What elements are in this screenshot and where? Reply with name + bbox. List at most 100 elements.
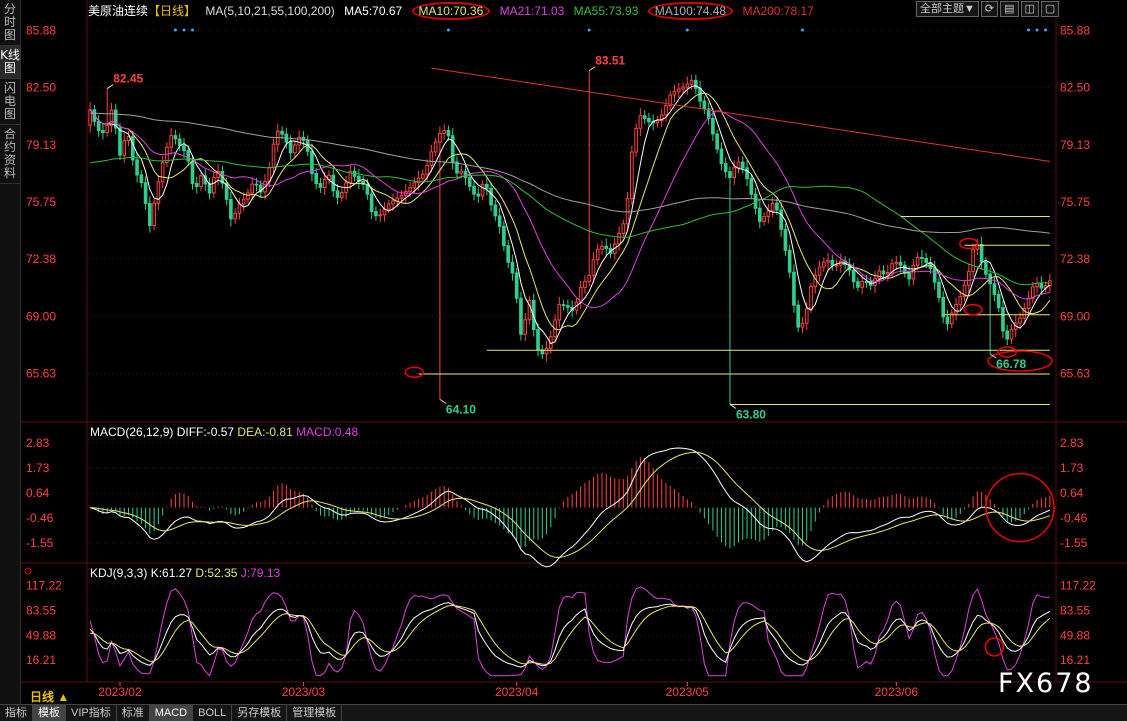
kdj-j: J:79.13	[240, 566, 281, 580]
annotation-label: 64.10	[446, 402, 476, 416]
candle-body	[915, 256, 920, 266]
candle-body	[907, 272, 911, 280]
candle-body	[1001, 307, 1005, 332]
window-icon[interactable]: ▢	[1040, 1, 1060, 17]
macd-tick-left: -0.46	[26, 511, 54, 525]
candle-body	[676, 88, 681, 93]
macd-dea-line	[90, 451, 1051, 558]
candle-body	[920, 256, 924, 259]
candle-body	[672, 91, 677, 96]
theme-label: 全部主题	[920, 3, 964, 15]
theme-select[interactable]: 全部主题▼	[916, 1, 979, 17]
kdj-tick-right: 117.22	[1060, 579, 1096, 593]
bottom-tab-2[interactable]: VIP指标	[66, 705, 117, 721]
candle-body	[182, 145, 186, 152]
candle-body	[792, 271, 796, 306]
candle-body	[177, 138, 182, 147]
candle-body	[856, 281, 860, 288]
candle-body	[510, 261, 515, 274]
macd-tick-left: 2.83	[26, 436, 50, 450]
candle-body	[583, 281, 587, 289]
candle-body	[212, 176, 216, 194]
candle-body	[647, 117, 651, 123]
chart-header: 美原油连续【日线】 MA(5,10,21,55,100,200) MA5:70.…	[88, 2, 820, 20]
candle-body	[826, 259, 830, 263]
candle-body	[996, 293, 1001, 309]
candle-body	[229, 198, 233, 220]
candle-body	[694, 79, 698, 89]
candle-body	[762, 216, 766, 222]
price-tick-right: 65.63	[1060, 366, 1090, 380]
kdj-tick-right: 16.21	[1060, 653, 1090, 667]
bottom-tab-4[interactable]: MACD	[149, 705, 194, 721]
candle-body	[625, 198, 630, 225]
candle-body	[467, 177, 472, 187]
split-icon[interactable]: ◫	[1020, 1, 1039, 17]
candle-body	[135, 159, 139, 176]
candle-body	[685, 83, 690, 88]
price-tick-right: 75.75	[1060, 195, 1090, 209]
candle-body	[630, 151, 634, 200]
period-selector[interactable]: 日线 ▲	[30, 688, 69, 705]
layout-icon[interactable]: ▤	[1000, 1, 1019, 17]
candle-body	[425, 164, 429, 175]
candle-body	[1039, 282, 1044, 289]
price-tick-left: 79.13	[26, 138, 56, 152]
candle-body	[728, 171, 732, 179]
annotation-label: 66.78	[996, 357, 1026, 371]
candle-body	[941, 297, 946, 318]
bottom-tab-3[interactable]: 标准	[117, 705, 150, 721]
price-tick-left: 65.63	[26, 366, 56, 380]
bottom-tab-0[interactable]: 指标	[0, 705, 33, 721]
candle-body	[698, 87, 702, 102]
ma10-line	[89, 92, 1051, 331]
candle-body	[655, 120, 660, 124]
bottom-tab-7[interactable]: 管理模板	[287, 705, 343, 721]
candle-body	[932, 267, 937, 283]
candle-body	[745, 167, 749, 180]
candle-body	[502, 225, 506, 247]
kdj-j-line	[89, 586, 1050, 677]
period-tag: 【日线】	[148, 4, 197, 18]
candle-body	[250, 183, 255, 194]
candle-body	[702, 100, 707, 110]
candle-body	[318, 183, 323, 188]
candle-body	[194, 182, 199, 188]
candle-body	[399, 194, 404, 199]
bottom-tab-6[interactable]: 另存模板	[232, 705, 288, 721]
annotation-label: 83.51	[595, 54, 625, 68]
price-tick-right: 69.00	[1060, 309, 1090, 323]
bottom-tab-5[interactable]: BOLL	[193, 705, 233, 721]
candle-body	[937, 281, 941, 299]
symbol-name: 美原油连续	[88, 4, 149, 18]
candle-body	[514, 272, 519, 299]
candle-body	[881, 270, 886, 275]
macd-tick-right: -0.46	[1060, 511, 1088, 525]
candle-body	[459, 170, 464, 174]
candle-body	[139, 174, 144, 184]
bottom-tab-1[interactable]: 模板	[33, 705, 66, 721]
candle-body	[954, 303, 958, 314]
event-dot	[1027, 28, 1031, 32]
candle-body	[442, 129, 446, 134]
annotation-label: 63.80	[736, 407, 766, 421]
candle-body	[374, 211, 378, 217]
candle-body	[595, 248, 600, 261]
candle-body	[834, 264, 839, 267]
candle-body	[898, 261, 903, 266]
candle-body	[160, 161, 165, 183]
candle-body	[271, 143, 276, 168]
macd-tick-left: 0.64	[26, 486, 50, 500]
refresh-icon[interactable]: ⟳	[980, 1, 999, 17]
event-dot	[191, 28, 195, 32]
candle-body	[148, 202, 152, 227]
candle-body	[143, 182, 148, 204]
candle-body	[924, 257, 928, 264]
x-tick-label: 2023/04	[495, 685, 539, 699]
candle-body	[860, 280, 865, 288]
candle-body	[770, 202, 775, 212]
candle-body	[463, 170, 468, 179]
candle-body	[967, 271, 971, 286]
annotation-label: 82.45	[113, 72, 143, 86]
candle-body	[429, 151, 434, 166]
